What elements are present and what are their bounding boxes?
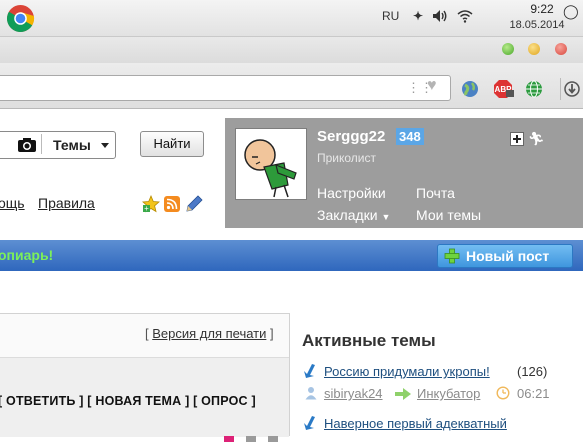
topic-link[interactable]: Наверное первый адекватный	[324, 416, 507, 431]
select-divider	[41, 134, 42, 154]
clock-icon	[496, 386, 510, 403]
settings-link[interactable]: Настройки	[317, 185, 386, 201]
page-content: Темы Найти ощь Правила + Serggg22 348 Пр…	[0, 109, 583, 444]
arrow-right-icon	[395, 388, 411, 403]
post-frame: [ Версия для печати ]	[0, 313, 290, 444]
active-topics-title: Активные темы	[302, 331, 436, 350]
bluetooth-icon[interactable]: ✦	[413, 9, 423, 23]
window-title-row	[0, 37, 583, 63]
help-link[interactable]: ощь	[0, 195, 25, 211]
os-top-bar: RU ✦ 9:22 18.05.2014 ◯	[0, 0, 583, 37]
clock-date[interactable]: 18.05.2014	[502, 19, 572, 31]
topic-link[interactable]: Россию придумали укропы!	[324, 364, 490, 379]
volume-icon[interactable]	[432, 9, 448, 26]
print-version: [ Версия для печати ]	[145, 326, 274, 341]
topic-author-link[interactable]: sibiryak24	[324, 386, 383, 401]
close-button[interactable]	[555, 43, 567, 55]
promo-bar: опиарь! Новый пост	[0, 240, 583, 271]
browser-toolbar: ⋮⋮ ♥ ABP	[0, 63, 583, 109]
bookmark-heart-icon[interactable]: ♥	[427, 77, 437, 95]
logout-icon[interactable]: 🏃︎	[528, 131, 545, 147]
menu-download-icon[interactable]	[560, 78, 580, 100]
topic-reply-count: (126)	[517, 364, 548, 379]
topic-time: 06:21	[517, 386, 550, 401]
camera-icon	[17, 137, 37, 156]
chevron-down-icon: ▼	[381, 212, 391, 222]
post-actions[interactable]: [ ОТВЕТИТЬ ] [ НОВАЯ ТЕМА ] [ ОПРОС ]	[0, 394, 256, 408]
minimize-button[interactable]	[528, 43, 540, 55]
bookmarks-label: Закладки	[317, 207, 378, 223]
rss-icon[interactable]	[164, 196, 180, 215]
keyboard-layout-indicator[interactable]: RU	[382, 9, 399, 23]
pencil-icon[interactable]	[184, 194, 204, 217]
topic-arrow-icon	[303, 363, 317, 382]
new-post-label: Новый пост	[466, 248, 550, 264]
user-icon	[305, 386, 317, 403]
user-rank: Приколист	[317, 151, 376, 165]
star-add-icon[interactable]: +	[142, 194, 160, 216]
search-category-label: Темы	[53, 137, 91, 153]
user-panel: Serggg22 348 Приколист Настройки Почта З…	[225, 118, 583, 228]
print-version-link[interactable]: Версия для печати	[152, 326, 266, 341]
avatar[interactable]	[235, 128, 307, 200]
mail-link[interactable]: Почта	[416, 185, 455, 201]
rules-link[interactable]: Правила	[38, 195, 95, 211]
chrome-logo-icon[interactable]	[6, 4, 35, 33]
bookmarks-link[interactable]: Закладки ▼	[317, 207, 390, 223]
system-tray: RU ✦ 9:22 18.05.2014 ◯	[372, 0, 583, 36]
address-bar[interactable]: ⋮⋮ ♥	[0, 75, 451, 101]
search-button[interactable]: Найти	[140, 131, 204, 157]
chevron-down-icon	[101, 143, 109, 148]
power-icon[interactable]: ◯	[563, 3, 579, 20]
clock-time[interactable]: 9:22	[517, 2, 567, 16]
new-post-button[interactable]: Новый пост	[437, 244, 573, 268]
green-globe-icon[interactable]	[524, 79, 544, 99]
globe-extension-icon[interactable]	[460, 79, 480, 99]
plus-icon	[444, 248, 460, 267]
username[interactable]: Serggg22	[317, 128, 385, 145]
my-topics-link[interactable]: Мои темы	[416, 207, 481, 223]
add-icon[interactable]	[510, 132, 524, 149]
post-icons	[224, 430, 280, 444]
svg-text:+: +	[144, 204, 149, 213]
wifi-icon[interactable]	[457, 9, 473, 26]
promo-text[interactable]: опиарь!	[0, 247, 53, 263]
topic-section-link[interactable]: Инкубатор	[417, 386, 480, 401]
adblock-icon[interactable]: ABP	[493, 79, 514, 99]
user-rating-badge: 348	[396, 128, 424, 145]
topic-arrow-icon	[303, 415, 317, 434]
maximize-button[interactable]	[502, 43, 514, 55]
search-category-select[interactable]: Темы	[0, 131, 116, 159]
